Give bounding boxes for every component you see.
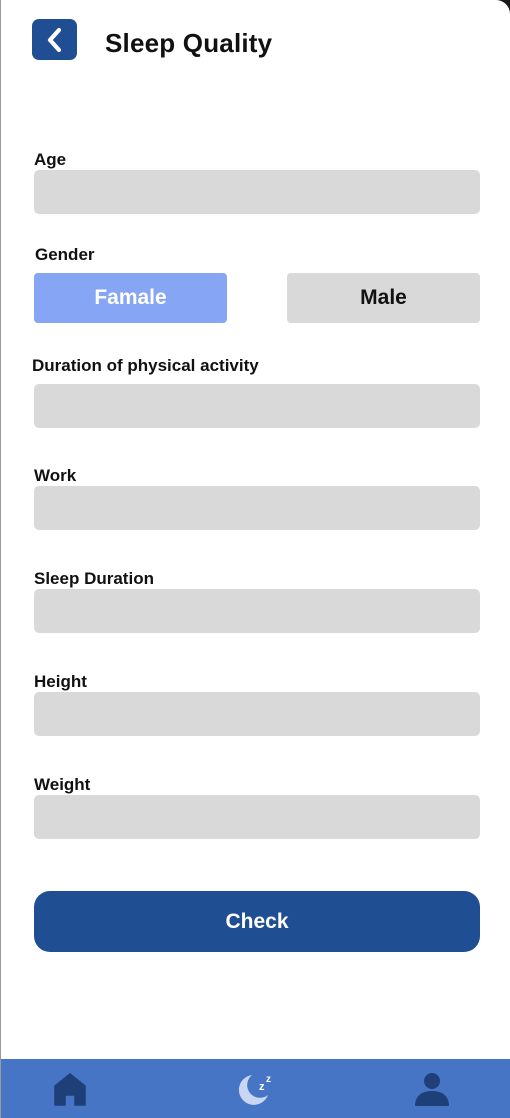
check-button[interactable]: Check: [34, 891, 480, 952]
back-button[interactable]: [32, 19, 77, 60]
gender-label: Gender: [35, 245, 95, 264]
sleep-duration-label: Sleep Duration: [34, 569, 154, 588]
work-label: Work: [34, 466, 77, 485]
age-input[interactable]: [34, 170, 480, 214]
svg-text:z: z: [266, 1074, 271, 1085]
header: Sleep Quality: [1, 0, 510, 90]
home-icon: [54, 1072, 86, 1106]
work-input[interactable]: [34, 486, 480, 530]
gender-female-button[interactable]: Famale: [34, 273, 227, 323]
sleep-duration-input[interactable]: [34, 589, 480, 633]
height-label: Height: [34, 672, 87, 691]
sleep-quality-screen: Sleep Quality Age Gender Famale Male Dur…: [0, 0, 510, 1118]
age-label: Age: [34, 150, 67, 169]
nav-home[interactable]: [40, 1059, 100, 1118]
activity-duration-input[interactable]: [34, 384, 480, 428]
weight-label: Weight: [34, 775, 91, 794]
page-title: Sleep Quality: [105, 28, 273, 58]
height-input[interactable]: [34, 692, 480, 736]
chevron-left-icon: [47, 27, 61, 52]
bottom-nav: z z: [1, 1059, 510, 1118]
activity-duration-label: Duration of physical activity: [32, 356, 259, 375]
weight-input[interactable]: [34, 795, 480, 839]
sleep-moon-icon: z z: [238, 1074, 271, 1105]
nav-profile[interactable]: [402, 1059, 462, 1118]
nav-sleep[interactable]: z z: [224, 1059, 284, 1118]
profile-icon: [415, 1072, 449, 1106]
gender-male-button[interactable]: Male: [287, 273, 480, 323]
svg-text:z: z: [259, 1081, 265, 1093]
